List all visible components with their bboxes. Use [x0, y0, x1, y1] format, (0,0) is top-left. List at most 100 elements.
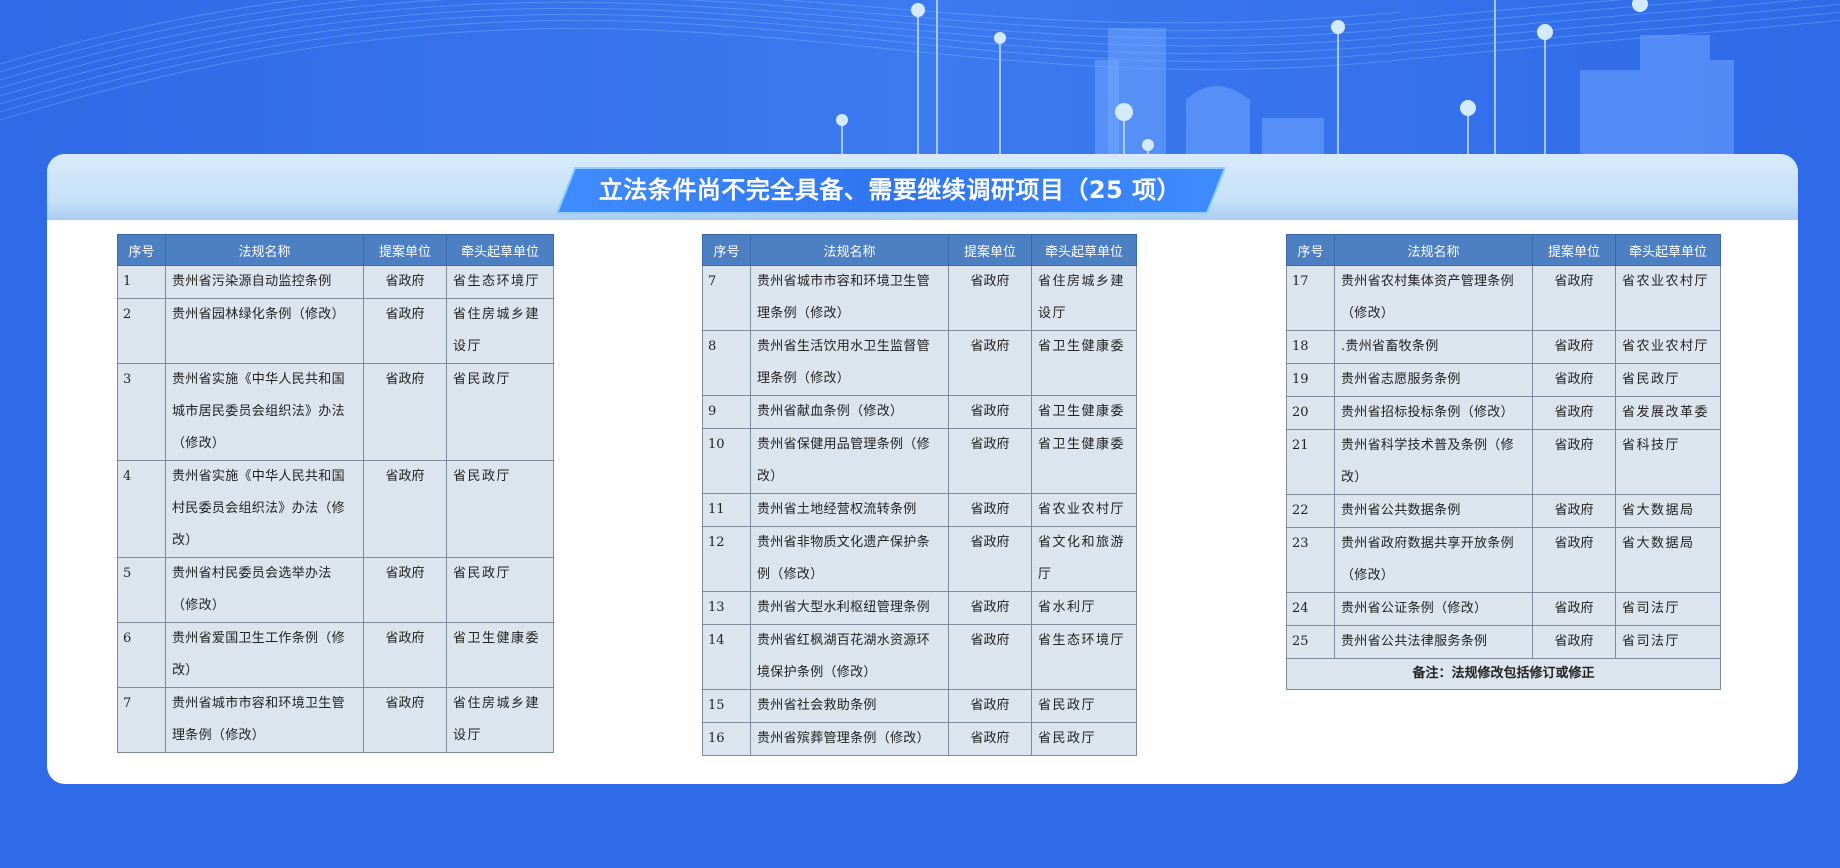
- cell-unit: 省政府: [948, 591, 1032, 625]
- cell-lead: 省卫生健康委: [1031, 330, 1137, 396]
- cell-lead: 省卫生健康委: [1031, 395, 1137, 429]
- city-skyline-decoration: [0, 0, 1840, 160]
- col-header-unit: 提案单位: [1532, 234, 1616, 266]
- cell-no: 10: [702, 428, 751, 494]
- table-row: 11 贵州省土地经营权流转条例 省政府 省农业农村厅: [702, 493, 1137, 527]
- note-row: 备注：法规修改包括修订或修正: [1286, 658, 1721, 690]
- cell-lead: 省住房城乡建设厅: [446, 687, 554, 753]
- cell-no: 24: [1286, 592, 1335, 626]
- law-table-3: 序号 法规名称 提案单位 牵头起草单位 17 贵州省农村集体资产管理条例（修改）省…: [1286, 234, 1721, 690]
- col-header-name: 法规名称: [1334, 234, 1533, 266]
- cell-no: 17: [1286, 265, 1335, 331]
- col-header-unit: 提案单位: [948, 234, 1032, 266]
- cell-name: 贵州省土地经营权流转条例: [750, 493, 949, 527]
- table-row: 6 贵州省爱国卫生工作条例（修改） 省政府 省卫生健康委: [117, 622, 554, 688]
- table-note: 备注：法规修改包括修订或修正: [1286, 658, 1721, 690]
- col-header-unit: 提案单位: [363, 234, 447, 266]
- cell-lead: 省农业农村厅: [1615, 330, 1721, 364]
- table-row: 15 贵州省社会救助条例 省政府 省民政厅: [702, 689, 1137, 723]
- col-header-lead: 牵头起草单位: [1615, 234, 1721, 266]
- cell-name: 贵州省爱国卫生工作条例（修改）: [165, 622, 364, 688]
- cell-name: 贵州省大型水利枢纽管理条例: [750, 591, 949, 625]
- cell-unit: 省政府: [948, 722, 1032, 756]
- table-header-row: 序号 法规名称 提案单位 牵头起草单位: [1286, 234, 1721, 266]
- cell-no: 3: [117, 363, 166, 461]
- table-row: 23 贵州省政府数据共享开放条例（修改） 省政府 省大数据局: [1286, 527, 1721, 593]
- cell-unit: 省政府: [1532, 330, 1616, 364]
- cell-unit: 省政府: [363, 622, 447, 688]
- cell-no: 8: [702, 330, 751, 396]
- table-row: 10 贵州省保健用品管理条例（修改） 省政府 省卫生健康委: [702, 428, 1137, 494]
- cell-unit: 省政府: [1532, 429, 1616, 495]
- cell-name: 贵州省实施《中华人民共和国城市居民委员会组织法》办法（修改）: [165, 363, 364, 461]
- cell-no: 11: [702, 493, 751, 527]
- table-row: 12 贵州省非物质文化遗产保护条例（修改） 省政府 省文化和旅游厅: [702, 526, 1137, 592]
- cell-name: 贵州省招标投标条例（修改）: [1334, 396, 1533, 430]
- cell-lead: 省住房城乡建设厅: [446, 298, 554, 364]
- cell-name: 贵州省殡葬管理条例（修改）: [750, 722, 949, 756]
- page-title: 立法条件尚不完全具备、需要继续调研项目（25 项）: [598, 176, 1182, 204]
- table-row: 22 贵州省公共数据条例 省政府 省大数据局: [1286, 494, 1721, 528]
- col-header-no: 序号: [702, 234, 751, 266]
- table-row: 7 贵州省城市市容和环境卫生管理条例（修改） 省政府 省住房城乡建设厅: [117, 687, 554, 753]
- cell-no: 1: [117, 265, 166, 299]
- cell-name: 贵州省志愿服务条例: [1334, 363, 1533, 397]
- cell-name: 贵州省污染源自动监控条例: [165, 265, 364, 299]
- cell-name: 贵州省社会救助条例: [750, 689, 949, 723]
- table-row: 8 贵州省生活饮用水卫生监督管理条例（修改） 省政府 省卫生健康委: [702, 330, 1137, 396]
- cell-unit: 省政府: [363, 298, 447, 364]
- table-row: 9 贵州省献血条例（修改） 省政府 省卫生健康委: [702, 395, 1137, 429]
- cell-lead: 省司法厅: [1615, 592, 1721, 626]
- cell-no: 25: [1286, 625, 1335, 659]
- cell-lead: 省民政厅: [446, 460, 554, 558]
- table-row: 24 贵州省公证条例（修改） 省政府 省司法厅: [1286, 592, 1721, 626]
- table-row: 25 贵州省公共法律服务条例 省政府 省司法厅: [1286, 625, 1721, 659]
- cell-no: 13: [702, 591, 751, 625]
- cell-unit: 省政府: [948, 526, 1032, 592]
- cell-no: 2: [117, 298, 166, 364]
- table-row: 16 贵州省殡葬管理条例（修改） 省政府 省民政厅: [702, 722, 1137, 756]
- table-header-row: 序号 法规名称 提案单位 牵头起草单位: [117, 234, 554, 266]
- col-header-name: 法规名称: [750, 234, 949, 266]
- cell-no: 23: [1286, 527, 1335, 593]
- cell-unit: 省政府: [1532, 494, 1616, 528]
- table-row: 1 贵州省污染源自动监控条例 省政府 省生态环境厅: [117, 265, 554, 299]
- cell-unit: 省政府: [1532, 363, 1616, 397]
- table-row: 5 贵州省村民委员会选举办法（修改） 省政府 省民政厅: [117, 557, 554, 623]
- cell-lead: 省卫生健康委: [1031, 428, 1137, 494]
- cell-unit: 省政府: [948, 689, 1032, 723]
- cell-unit: 省政府: [948, 428, 1032, 494]
- cell-name: 贵州省公共法律服务条例: [1334, 625, 1533, 659]
- table-row: 3 贵州省实施《中华人民共和国城市居民委员会组织法》办法（修改） 省政府 省民政厅: [117, 363, 554, 461]
- cell-no: 12: [702, 526, 751, 592]
- cell-lead: 省卫生健康委: [446, 622, 554, 688]
- table-header-row: 序号 法规名称 提案单位 牵头起草单位: [702, 234, 1137, 266]
- cell-unit: 省政府: [363, 363, 447, 461]
- cell-unit: 省政府: [948, 265, 1032, 331]
- cell-no: 4: [117, 460, 166, 558]
- cell-no: 21: [1286, 429, 1335, 495]
- header-background: [0, 0, 1840, 160]
- cell-lead: 省大数据局: [1615, 527, 1721, 593]
- cell-lead: 省水利厅: [1031, 591, 1137, 625]
- cell-lead: 省民政厅: [1031, 722, 1137, 756]
- law-table-2: 序号 法规名称 提案单位 牵头起草单位 7 贵州省城市市容和环境卫生管理条例（修改…: [702, 234, 1137, 756]
- cell-unit: 省政府: [948, 330, 1032, 396]
- cell-no: 7: [702, 265, 751, 331]
- cell-unit: 省政府: [948, 493, 1032, 527]
- cell-no: 16: [702, 722, 751, 756]
- cell-lead: 省民政厅: [446, 363, 554, 461]
- cell-unit: 省政府: [363, 460, 447, 558]
- cell-unit: 省政府: [363, 687, 447, 753]
- table-row: 20 贵州省招标投标条例（修改） 省政府 省发展改革委: [1286, 396, 1721, 430]
- cell-no: 15: [702, 689, 751, 723]
- table-row: 13 贵州省大型水利枢纽管理条例 省政府 省水利厅: [702, 591, 1137, 625]
- table-row: 2 贵州省园林绿化条例（修改） 省政府 省住房城乡建设厅: [117, 298, 554, 364]
- col-header-lead: 牵头起草单位: [446, 234, 554, 266]
- cell-no: 19: [1286, 363, 1335, 397]
- cell-lead: 省农业农村厅: [1031, 493, 1137, 527]
- cell-no: 22: [1286, 494, 1335, 528]
- table-row: 4 贵州省实施《中华人民共和国村民委员会组织法》办法（修改） 省政府 省民政厅: [117, 460, 554, 558]
- title-banner: 立法条件尚不完全具备、需要继续调研项目（25 项）: [555, 166, 1225, 215]
- col-header-no: 序号: [117, 234, 166, 266]
